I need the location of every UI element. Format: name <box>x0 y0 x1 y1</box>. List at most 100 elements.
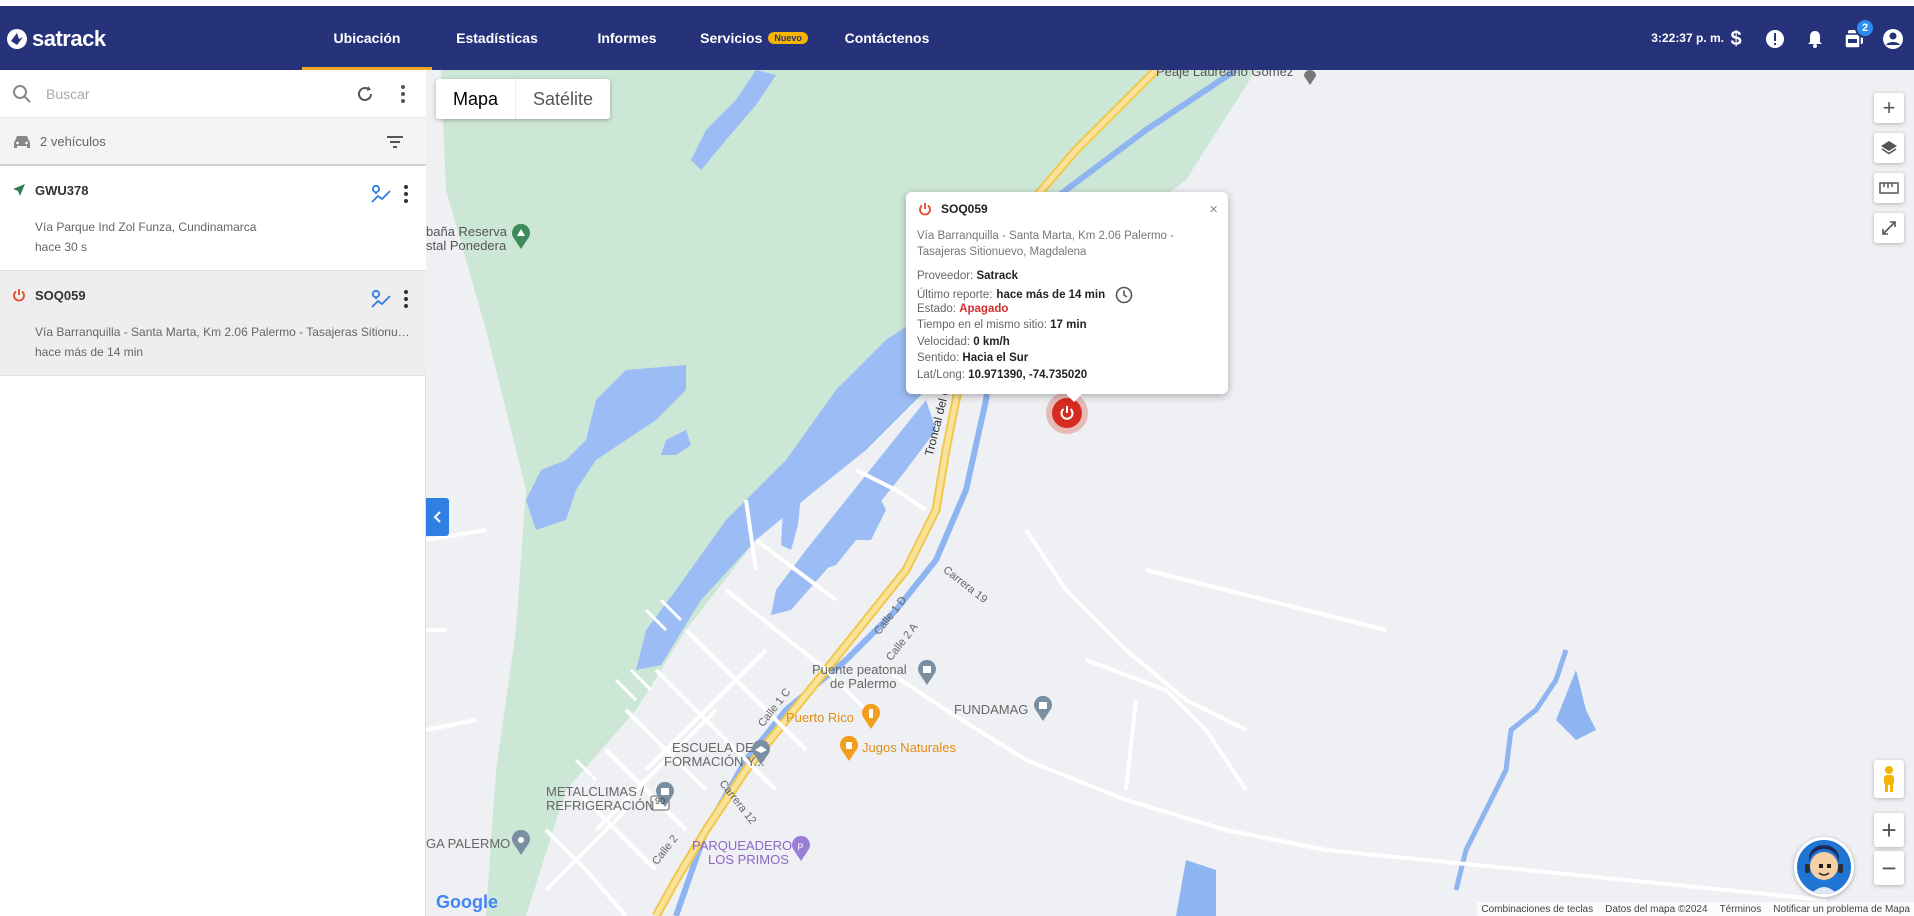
search-input[interactable] <box>46 82 326 106</box>
fullscreen-button[interactable] <box>1874 213 1904 243</box>
nav-estadisticas[interactable]: Estadísticas <box>440 6 554 70</box>
zoom-out-icon: − <box>1881 852 1897 883</box>
vehicle-info-popup: SOQ059 × Vía Barranquilla - Santa Marta,… <box>906 192 1228 402</box>
satrack-logo-icon <box>7 29 27 49</box>
search-bar <box>0 70 426 118</box>
map-canvas[interactable]: Peaje Laureano Gómez baña Reserva stal P… <box>426 70 1914 916</box>
map-label-escuela-1: ESCUELA DE <box>672 740 754 755</box>
street-view-button[interactable] <box>1874 760 1904 798</box>
food-pin-icon <box>840 736 858 761</box>
map-label-jugos: Jugos Naturales <box>862 740 956 755</box>
vehicle-plate: SOQ059 <box>35 288 86 303</box>
layers-button[interactable] <box>1874 133 1904 163</box>
dollar-glyph: $ <box>1730 27 1742 50</box>
vehicle-sidebar: 2 vehículos GWU378 Vía Parque Ind Zol Fu… <box>0 70 426 916</box>
more-vert-icon[interactable] <box>402 289 410 309</box>
vehicle-count-bar: 2 vehículos <box>0 118 426 166</box>
park-pin-icon <box>512 224 530 249</box>
nav-ubicacion[interactable]: Ubicación <box>302 6 432 70</box>
popup-row-estado: Estado: Apagado <box>917 303 1008 315</box>
map-label-puente-2: de Palermo <box>830 676 897 691</box>
satrack-logo[interactable]: satrack <box>6 26 106 52</box>
vehicle-last-report: hace más de 14 min <box>35 345 144 359</box>
refresh-icon[interactable] <box>356 85 374 103</box>
alert-svg <box>1766 30 1784 48</box>
support-chat-avatar[interactable] <box>1794 837 1854 897</box>
popup-row-sentido: Sentido: Hacia el Sur <box>917 352 1028 364</box>
nav-servicios-label: Servicios <box>700 30 763 46</box>
map-label-reserva-2: stal Ponedera <box>426 238 507 253</box>
alert-icon[interactable] <box>1762 26 1788 52</box>
footer-terms[interactable]: Términos <box>1720 904 1762 915</box>
tiempo-value: 17 min <box>1050 319 1087 331</box>
nav-servicios[interactable]: Servicios Nuevo <box>694 6 814 70</box>
velocidad-label: Velocidad: <box>917 336 971 348</box>
svg-text:P: P <box>798 842 804 852</box>
map-label-metal-1: METALCLIMAS / <box>546 784 645 799</box>
zoom-in-button[interactable]: + <box>1874 813 1904 847</box>
logo-text: satrack <box>32 26 106 51</box>
footer-keyboard-shortcuts[interactable]: Combinaciones de teclas <box>1481 904 1593 915</box>
filter-icon[interactable] <box>386 134 404 150</box>
popup-row-proveedor: Proveedor: Satrack <box>917 270 1018 282</box>
nuevo-badge: Nuevo <box>768 32 808 44</box>
zoom-out-button[interactable]: − <box>1874 851 1904 885</box>
account-svg <box>1883 29 1903 49</box>
vehicle-item-gwu378[interactable]: GWU378 Vía Parque Ind Zol Funza, Cundina… <box>0 166 426 271</box>
reporte-value: hace más de 14 min <box>996 289 1106 301</box>
collapse-sidebar-button[interactable] <box>426 498 449 536</box>
vehicle-address: Vía Parque Ind Zol Funza, Cundinamarca <box>35 220 257 234</box>
map-type-satellite-button[interactable]: Satélite <box>515 79 610 119</box>
tiempo-label: Tiempo en el mismo sitio: <box>917 319 1047 331</box>
vehicle-item-soq059[interactable]: SOQ059 Vía Barranquilla - Santa Marta, K… <box>0 271 426 376</box>
vehicle-marker-core <box>1052 398 1082 428</box>
notification-badge: 2 <box>1855 18 1875 38</box>
power-icon <box>919 203 931 216</box>
zoom-in-icon: + <box>1881 814 1897 845</box>
popup-plate: SOQ059 <box>941 202 988 216</box>
ruler-icon <box>1879 182 1899 194</box>
proveedor-value: Satrack <box>976 270 1019 282</box>
nav-contactenos[interactable]: Contáctenos <box>836 6 938 70</box>
account-icon[interactable] <box>1880 26 1906 52</box>
velocidad-value: 0 km/h <box>973 336 1010 348</box>
map-type-map-button[interactable]: Mapa <box>436 79 515 119</box>
reporte-label: Último reporte: <box>917 289 993 301</box>
more-vert-icon[interactable] <box>402 184 410 204</box>
footer-report-problem[interactable]: Notificar un problema de Mapa <box>1773 904 1910 915</box>
nav-contactenos-label: Contáctenos <box>844 30 930 46</box>
estado-value: Apagado <box>959 303 1009 315</box>
ruler-button[interactable] <box>1874 173 1904 203</box>
chevron-left-icon <box>433 511 441 523</box>
clock-icon[interactable] <box>1115 286 1133 304</box>
sentido-value: Hacia el Sur <box>962 352 1029 364</box>
car-icon <box>14 136 30 148</box>
route-icon[interactable] <box>370 184 392 204</box>
map-label-fundamag: FUNDAMAG <box>954 702 1029 717</box>
add-button[interactable]: + <box>1874 93 1904 123</box>
parking-pin-icon: P <box>792 836 810 861</box>
vehicle-plate: GWU378 <box>35 183 89 198</box>
bell-icon[interactable] <box>1802 26 1828 52</box>
dollar-icon[interactable]: $ <box>1723 26 1749 52</box>
place-pin-icon <box>512 830 530 855</box>
map-label-peaje: Peaje Laureano Gómez <box>1156 70 1294 79</box>
map-label-parq-2: LOS PRIMOS <box>708 852 789 867</box>
google-logo: Google <box>436 892 498 912</box>
route-90-label: 90 <box>655 796 666 806</box>
map-footer: Combinaciones de teclas Datos del mapa ©… <box>1477 902 1914 916</box>
nav-estadisticas-label: Estadísticas <box>456 30 538 46</box>
pegman-icon <box>1884 766 1894 792</box>
route-icon[interactable] <box>370 289 392 309</box>
map-label-parq-1: PARQUEADERO <box>692 838 793 853</box>
vehicle-last-report: hace 30 s <box>35 240 88 254</box>
nav-informes[interactable]: Informes <box>580 6 674 70</box>
expand-icon <box>1882 221 1896 235</box>
popup-row-reporte: Último reporte: hace más de 14 min <box>917 286 1133 304</box>
more-vert-icon[interactable] <box>396 84 410 104</box>
toll-pin-icon <box>1304 70 1316 85</box>
top-navbar: satrack Ubicación Estadísticas Informes … <box>0 6 1914 70</box>
inbox-icon[interactable]: 2 <box>1841 18 1875 52</box>
latlong-value: 10.971390, -74.735020 <box>968 369 1088 381</box>
close-icon[interactable]: × <box>1209 201 1218 218</box>
